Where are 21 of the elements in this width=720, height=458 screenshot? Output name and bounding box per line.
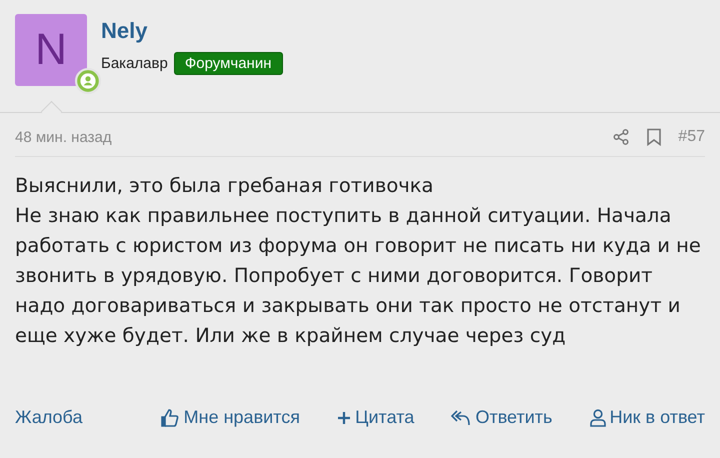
like-link[interactable]: Мне нравится bbox=[160, 407, 300, 428]
username-link[interactable]: Nely bbox=[101, 18, 282, 44]
user-icon bbox=[590, 408, 606, 426]
mention-link[interactable]: Ник в ответ bbox=[590, 407, 705, 428]
post-number-link[interactable]: #57 bbox=[678, 128, 705, 146]
plus-icon bbox=[337, 410, 352, 424]
user-status-icon bbox=[75, 68, 101, 94]
post-text: Не знаю как правильнее поступить в данной ситуации. Начала работать с юристом из форума он говорит не писать ни куда и не звонить в урядовую. Попробует с ними договорится. Говорит надо договариваться и закрывать они так просто не отстанут и еще хуже будет. Или же в крайнем случае через суд bbox=[15, 203, 702, 349]
reply-link[interactable]: Ответить bbox=[451, 407, 552, 428]
user-badge: Форумчанин bbox=[174, 52, 282, 75]
quote-link[interactable]: Цитата bbox=[337, 407, 414, 428]
avatar-initial: N bbox=[35, 25, 67, 75]
user-title: Бакалавр bbox=[101, 55, 168, 72]
thumbs-up-icon bbox=[160, 408, 180, 428]
avatar[interactable]: N bbox=[15, 14, 87, 86]
post-time: 48 мин. назад bbox=[15, 128, 112, 146]
bookmark-icon[interactable] bbox=[646, 128, 662, 146]
post-text: Выяснили, это была гребаная готивочка bbox=[15, 173, 435, 199]
share-icon[interactable] bbox=[612, 128, 630, 146]
report-link[interactable]: Жалоба bbox=[15, 407, 82, 428]
reply-arrow-icon bbox=[451, 408, 472, 426]
